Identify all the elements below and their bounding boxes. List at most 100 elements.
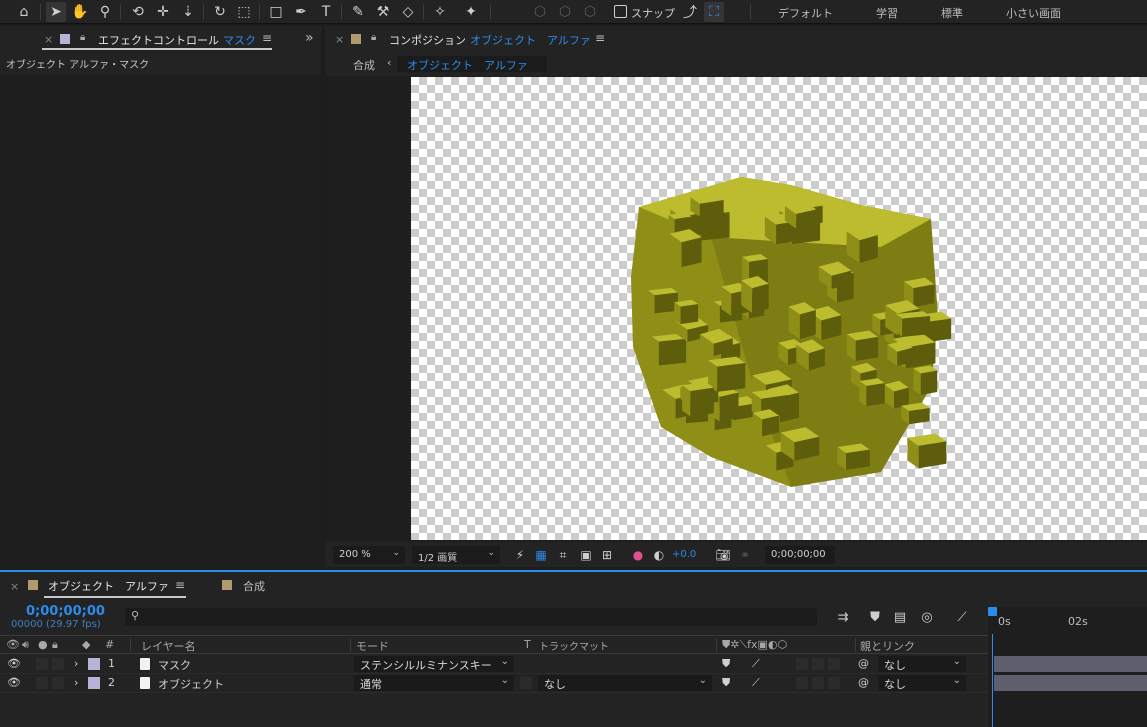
solo-switch[interactable] [36,677,48,689]
comp-nav-current[interactable]: オブジェクト アルファ [397,56,547,72]
playhead-handle[interactable] [988,607,997,616]
color-channels-icon[interactable]: ● [629,546,647,564]
selection-tool-icon[interactable]: ➤ [46,2,66,22]
solo-switch[interactable] [36,658,48,670]
close-icon[interactable]: × [335,33,344,46]
layer-search-input[interactable]: ⚲ [125,608,817,626]
audio-icon[interactable]: 🔊︎ [22,638,29,652]
frame-blending-icon[interactable]: ▤ [891,608,909,626]
lock-icon[interactable]: 🔒︎ [52,638,58,652]
layer-row[interactable]: 👁︎ › 2 オブジェクト 通常 ⌄ なし ⌄ ⛊ ⟋ @ なし ⌄ [0,674,988,693]
snapshot-camera-icon[interactable]: 📷︎ [714,546,732,564]
panel-menu-icon[interactable]: ≡ [595,31,605,45]
switch-box[interactable] [812,658,824,670]
roto-brush-tool-icon[interactable]: ✧ [430,2,450,22]
expand-chevron-icon[interactable]: › [74,657,78,670]
transparency-grid-icon[interactable]: ▦ [532,546,550,564]
graph-editor-icon[interactable]: ⟋ [953,608,971,626]
mask-path-visibility-icon[interactable]: ⌗ [554,546,572,564]
switch-box[interactable] [796,658,808,670]
close-icon[interactable]: × [44,33,53,46]
solo-icon[interactable]: ● [38,638,48,651]
pick-whip-icon[interactable]: @ [858,657,869,670]
rectangle-tool-icon[interactable]: □ [266,2,286,22]
current-time-display[interactable]: 0;00;00;00 [26,604,105,619]
workspace-learn[interactable]: 学習 [876,5,898,21]
visibility-eye-icon[interactable]: 👁︎ [7,657,21,670]
layer-name[interactable]: マスク [158,657,191,673]
layer-name[interactable]: オブジェクト [158,676,224,692]
switch-box[interactable] [828,658,840,670]
snap-checkbox[interactable] [614,5,627,18]
switch-box[interactable] [796,677,808,689]
composition-mini-flowchart-icon[interactable]: ⇉ [834,608,852,626]
orbit-camera-icon[interactable]: ⟲ [128,2,148,22]
pen-tool-icon[interactable]: ✒ [291,2,311,22]
layer-duration-bar[interactable] [994,656,1147,672]
shy-layers-icon[interactable]: ⛊ [866,608,884,626]
parent-dropdown[interactable]: なし ⌄ [878,675,966,691]
track-matte-dropdown[interactable]: なし ⌄ [538,675,712,691]
home-icon[interactable]: ⌂ [14,2,34,22]
pick-whip-icon[interactable]: @ [858,676,869,689]
switch-box[interactable] [812,677,824,689]
timeline-tab-active[interactable]: オブジェクト アルファ [48,578,169,594]
blend-mode-dropdown[interactable]: ステンシルルミナンスキー ⌄ [354,656,514,672]
dolly-camera-icon[interactable]: ⇣ [178,2,198,22]
quality-switch-icon[interactable]: ⟋ [752,657,760,671]
zoom-dropdown[interactable]: 200 % ⌄ [333,546,405,564]
expand-chevron-icon[interactable]: › [74,676,78,689]
puppet-pin-tool-icon[interactable]: ✦ [461,2,481,22]
shy-switch-icon[interactable]: ⛊ [722,657,730,671]
lock-switch[interactable] [52,677,64,689]
layer-row[interactable]: 👁︎ › 1 マスク ステンシルルミナンスキー ⌄ ⛊ ⟋ @ なし ⌄ [0,655,988,674]
brush-tool-icon[interactable]: ✎ [348,2,368,22]
layer-label-color[interactable] [88,677,100,689]
rotation-tool-icon[interactable]: ↻ [210,2,230,22]
preserve-transparency-switch[interactable] [520,677,532,689]
workspace-default[interactable]: デフォルト [778,5,833,21]
layer-label-color[interactable] [88,658,100,670]
lock-icon[interactable]: 🔒︎ [371,32,376,43]
pan-camera-icon[interactable]: ✛ [153,2,173,22]
region-of-interest-icon[interactable]: ▣ [577,546,595,564]
close-icon[interactable]: × [10,580,19,593]
chevron-left-icon[interactable]: ‹ [387,56,391,69]
guides-icon[interactable]: ⊞ [598,546,616,564]
clone-stamp-tool-icon[interactable]: ⚒ [373,2,393,22]
type-tool-icon[interactable]: T [316,2,336,22]
exposure-value[interactable]: +0.0 [672,549,696,560]
workspace-standard[interactable]: 標準 [941,5,963,21]
resolution-dropdown[interactable]: 1/2 画質 ⌄ [412,546,500,564]
color-management-icon[interactable]: ◐ [650,546,668,564]
anchor-point-tool-icon[interactable]: ⬚ [234,2,254,22]
fast-preview-icon[interactable]: ⚡ [511,546,529,564]
blend-mode-dropdown[interactable]: 通常 ⌄ [354,675,514,691]
composition-canvas[interactable] [411,77,1147,540]
time-ruler[interactable]: 0s 02s [988,607,1147,727]
column-layer-name[interactable]: レイヤー名 [141,638,196,654]
motion-blur-icon[interactable]: ◎ [918,608,936,626]
layer-duration-bar[interactable] [994,675,1147,691]
visibility-eye-icon[interactable]: 👁︎ [7,676,21,689]
timeline-tab-comp[interactable]: 合成 [243,578,265,594]
label-icon[interactable]: ◆ [82,638,90,651]
snap-target-icon[interactable]: ⛶ [704,2,724,22]
eye-icon[interactable]: 👁︎ [6,638,20,651]
composition-tab-title[interactable]: コンポジション オブジェクト アルファ [389,32,591,48]
comp-timecode[interactable]: 0;00;00;00 [765,546,835,564]
switch-box[interactable] [828,677,840,689]
effect-controls-tab-title[interactable]: エフェクトコントロール マスク [98,32,256,48]
parent-dropdown[interactable]: なし ⌄ [878,656,966,672]
expand-panels-icon[interactable]: » [305,30,314,46]
panel-menu-icon[interactable]: ≡ [175,578,185,592]
panel-menu-icon[interactable]: ≡ [262,31,272,45]
comp-nav-parent[interactable]: 合成 [353,57,375,73]
snap-edge-icon[interactable]: ⤴ [680,2,700,22]
hand-tool-icon[interactable]: ✋ [70,2,90,22]
quality-switch-icon[interactable]: ⟋ [752,676,760,690]
zoom-tool-icon[interactable]: ⚲ [95,2,115,22]
workspace-small-screen[interactable]: 小さい画面 [1006,5,1061,21]
shy-switch-icon[interactable]: ⛊ [722,676,730,690]
eraser-tool-icon[interactable]: ◇ [398,2,418,22]
